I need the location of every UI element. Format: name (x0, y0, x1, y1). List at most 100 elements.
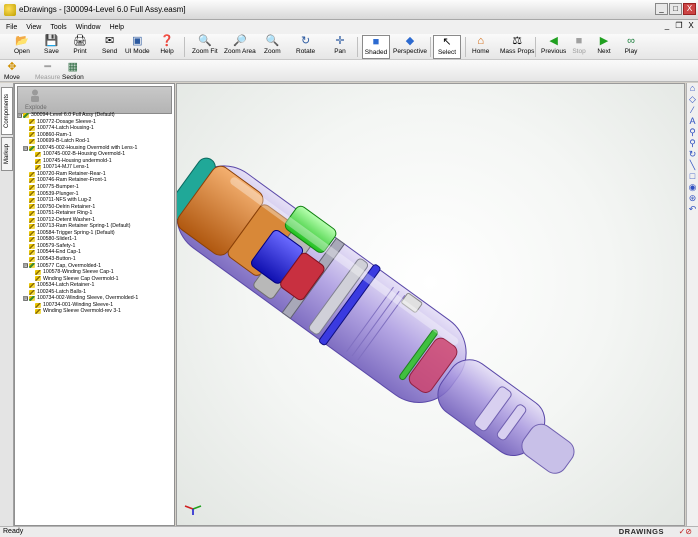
part-icon (29, 178, 35, 184)
menu-view[interactable]: View (26, 24, 41, 31)
ui-mode-icon: ▣ (132, 35, 143, 47)
assembly-model (177, 157, 575, 474)
part-icon (29, 138, 35, 144)
perspective-button[interactable]: ◆ Perspective (393, 35, 427, 59)
zoom-fit-button[interactable]: 🔍 Zoom Fit (192, 35, 218, 59)
stop-button: ■ Stop (572, 35, 586, 55)
toolbar-separator (535, 37, 536, 57)
menu-help[interactable]: Help (110, 24, 124, 31)
play-icon: ∞ (627, 35, 635, 47)
toolbar-separator (357, 37, 358, 57)
tree-expander[interactable]: ⊟ (23, 263, 28, 269)
assembly-icon (29, 263, 35, 269)
markup-tool-1-icon[interactable]: ⌂ (687, 83, 698, 94)
doc-restore-button[interactable]: ❐ (674, 21, 684, 31)
3d-viewport[interactable] (176, 83, 685, 526)
secondary-toolbar: ✥ Move ━ Measure ▦ Section (0, 60, 698, 82)
shaded-button[interactable]: ■ Shaded (362, 35, 390, 59)
save-button[interactable]: 💾 Save (44, 35, 59, 59)
home-button[interactable]: ⌂ Home (472, 35, 489, 59)
markup-tool-11-icon[interactable]: ⊛ (687, 193, 698, 204)
part-icon (35, 309, 41, 315)
part-icon (29, 191, 35, 197)
menu-bar: File View Tools Window Help (0, 20, 698, 34)
next-icon: ▶ (599, 35, 609, 47)
previous-icon: ◀ (549, 35, 558, 47)
status-text: Ready (3, 528, 24, 535)
tree-expander[interactable]: ⊟ (23, 145, 28, 151)
part-icon (35, 158, 41, 164)
explode-icon (31, 89, 39, 102)
part-icon (29, 217, 35, 223)
rotate-button[interactable]: ↻ Rotate (296, 35, 315, 59)
main-toolbar: 📂 Open 💾 Save 🖨 Print ✉ Send ▣ UI Mode ❓ Help … (0, 34, 698, 60)
maximize-button[interactable]: □ (669, 3, 682, 15)
measure-button: ━ Measure (35, 61, 61, 81)
markup-tool-3-icon[interactable]: ⁄ (687, 105, 698, 116)
close-button[interactable]: X (683, 3, 696, 15)
print-button[interactable]: 🖨 Print (73, 35, 87, 59)
markup-tool-5-icon[interactable]: ⚲ (687, 127, 698, 138)
play-button[interactable]: ∞ Play (624, 35, 638, 59)
edrawings-brand: DRAWINGS (618, 527, 664, 536)
part-icon (29, 282, 35, 288)
zoom-button[interactable]: 🔍 Zoom (264, 35, 281, 59)
tree-item-label: Winding Sleeve Overmold-rev 3-1 (43, 308, 121, 315)
select-button[interactable]: ↖ Select (433, 35, 461, 59)
menu-file[interactable]: File (6, 24, 17, 31)
part-icon (29, 250, 35, 256)
part-icon (29, 119, 35, 125)
markup-rectangle-icon[interactable]: □ (687, 171, 698, 182)
tab-components[interactable]: Components (1, 87, 13, 135)
menu-window[interactable]: Window (76, 24, 101, 31)
explode-header[interactable]: Explode (17, 86, 172, 114)
part-icon (29, 243, 35, 249)
part-icon (29, 171, 35, 177)
markup-circle-icon[interactable]: ◉ (687, 182, 698, 193)
markup-undo-icon[interactable]: ↶ (687, 204, 698, 215)
markup-text-icon[interactable]: A (687, 116, 698, 127)
open-folder-icon: 📂 (15, 35, 29, 47)
menu-tools[interactable]: Tools (50, 24, 66, 31)
ui-mode-button[interactable]: ▣ UI Mode (125, 35, 150, 59)
measure-icon: ━ (44, 61, 51, 73)
markup-line-icon[interactable]: ╲ (687, 160, 698, 171)
status-bar: Ready DRAWINGS ✓⊘ (0, 526, 698, 537)
part-icon (35, 165, 41, 171)
pan-icon: ✛ (335, 35, 345, 47)
tree-expander[interactable]: ⊟ (23, 296, 28, 302)
previous-button[interactable]: ◀ Previous (541, 35, 566, 59)
markup-tool-7-icon[interactable]: ↻ (687, 149, 698, 160)
part-icon (29, 132, 35, 138)
pan-button[interactable]: ✛ Pan (333, 35, 347, 59)
send-button[interactable]: ✉ Send (102, 35, 117, 59)
window-controls: _ □ X (655, 3, 696, 15)
minimize-button[interactable]: _ (655, 3, 668, 15)
tab-markup[interactable]: Markup (1, 137, 13, 171)
zoom-icon: 🔍 (265, 35, 280, 47)
part-icon (29, 256, 35, 262)
open-button[interactable]: 📂 Open (14, 35, 30, 59)
zoom-area-icon: 🔎 (233, 35, 247, 47)
help-button[interactable]: ❓ Help (160, 35, 174, 59)
move-button[interactable]: ✥ Move (4, 61, 20, 85)
mass-props-button[interactable]: ⚖ Mass Props (500, 35, 534, 59)
shaded-icon: ■ (372, 36, 380, 48)
move-icon: ✥ (7, 61, 17, 73)
zoom-area-button[interactable]: 🔎 Zoom Area (224, 35, 256, 59)
next-button[interactable]: ▶ Next (597, 35, 611, 59)
markup-tool-6-icon[interactable]: ⚲ (687, 138, 698, 149)
tree-expander[interactable]: ⊟ (17, 112, 22, 118)
assembly-icon (23, 112, 29, 118)
part-icon (29, 184, 35, 190)
doc-close-button[interactable]: X (686, 21, 696, 31)
tree-item[interactable]: Winding Sleeve Overmold-rev 3-1 (17, 308, 173, 315)
part-icon (29, 197, 35, 203)
markup-tool-2-icon[interactable]: ◇ (687, 94, 698, 105)
section-button[interactable]: ▦ Section (62, 61, 84, 85)
doc-minimize-button[interactable]: _ (662, 21, 672, 31)
toolbar-separator (465, 37, 466, 57)
part-icon (35, 152, 41, 158)
axis-triad-icon (184, 505, 202, 515)
section-icon: ▦ (67, 61, 79, 73)
